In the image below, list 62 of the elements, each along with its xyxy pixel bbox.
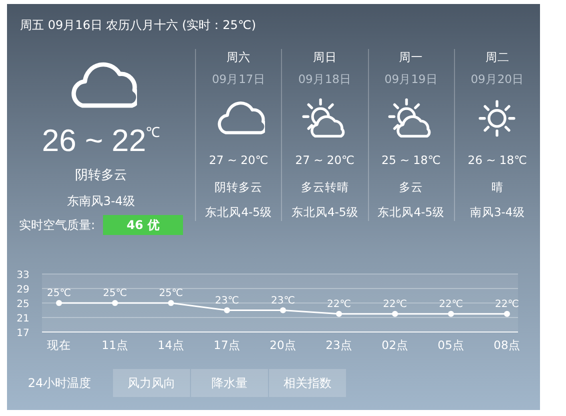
data-point: [112, 300, 118, 306]
temperature-range: 26 ~ 18℃: [468, 152, 527, 170]
day-label: 周一: [399, 49, 424, 66]
tab[interactable]: 24小时温度: [7, 369, 112, 397]
air-quality-badge: 46 优: [103, 214, 184, 234]
weather-text: 阴转多云: [214, 178, 263, 196]
data-point: [392, 310, 398, 317]
data-point: [56, 300, 62, 306]
axis-category-label: 17点: [214, 338, 240, 352]
tab[interactable]: 风力风向: [113, 369, 190, 397]
value-label: 22℃: [495, 298, 519, 310]
axis-tick-label: 17: [16, 328, 30, 339]
temperature-range: 27 ~ 20℃: [209, 152, 268, 170]
axis-category-label: 08点: [494, 338, 520, 352]
data-point: [280, 307, 286, 314]
wind-text: 南风3-4级: [470, 204, 525, 221]
axis-tick-label: 21: [16, 314, 30, 324]
axis-tick-label: 29: [16, 284, 30, 296]
wind-text: 东北风4-5级: [205, 204, 272, 221]
tab[interactable]: 降水量: [191, 369, 268, 397]
temperature-range: 25 ~ 18℃: [382, 152, 441, 170]
wind-text: 东南风3-4级: [67, 192, 135, 210]
axis-category-label: 14点: [158, 338, 184, 352]
data-point: [168, 300, 174, 306]
weather-text: 晴: [491, 178, 504, 196]
value-label: 23℃: [271, 295, 295, 306]
axis-category-label: 11点: [102, 338, 128, 352]
axis-category-label: 现在: [47, 338, 71, 352]
weather-text: 阴转多云: [75, 167, 127, 185]
data-point: [224, 307, 230, 314]
axis-category-label: 05点: [438, 338, 464, 352]
value-label: 22℃: [327, 298, 351, 310]
date-label: 09月17日: [212, 71, 266, 88]
data-point: [336, 310, 342, 317]
weather-text: 多云转晴: [300, 178, 349, 196]
axis-category-label: 23点: [326, 338, 352, 352]
tab[interactable]: 相关指数: [269, 369, 346, 397]
air-quality-label: 实时空气质量:: [18, 216, 96, 234]
date-header: 周五 09月16日 农历八月十六 (实时：25℃): [19, 17, 258, 34]
weather-text: 多云: [399, 178, 424, 196]
date-label: 09月18日: [298, 71, 352, 88]
value-label: 25℃: [159, 288, 183, 299]
value-label: 25℃: [47, 288, 71, 299]
day-label: 周六: [226, 49, 251, 66]
axis-category-label: 20点: [270, 338, 296, 352]
wind-text: 东北风4-5级: [378, 204, 445, 221]
date-label: 09月20日: [470, 71, 524, 88]
day-label: 周日: [312, 49, 337, 66]
value-label: 22℃: [383, 298, 407, 310]
wind-text: 东北风4-5级: [291, 204, 358, 221]
axis-tick-label: 33: [16, 270, 30, 281]
data-point: [448, 310, 454, 317]
data-point: [504, 310, 510, 317]
temperature-range: 26 ~ 22℃: [42, 125, 160, 156]
day-label: 周二: [485, 49, 510, 66]
value-label: 23℃: [215, 295, 239, 306]
date-label: 09月19日: [384, 71, 438, 88]
value-label: 22℃: [439, 298, 463, 310]
axis-category-label: 02点: [382, 338, 408, 352]
value-label: 25℃: [103, 288, 127, 299]
axis-tick-label: 25: [16, 299, 30, 310]
temperature-range: 27 ~ 20℃: [295, 152, 354, 170]
